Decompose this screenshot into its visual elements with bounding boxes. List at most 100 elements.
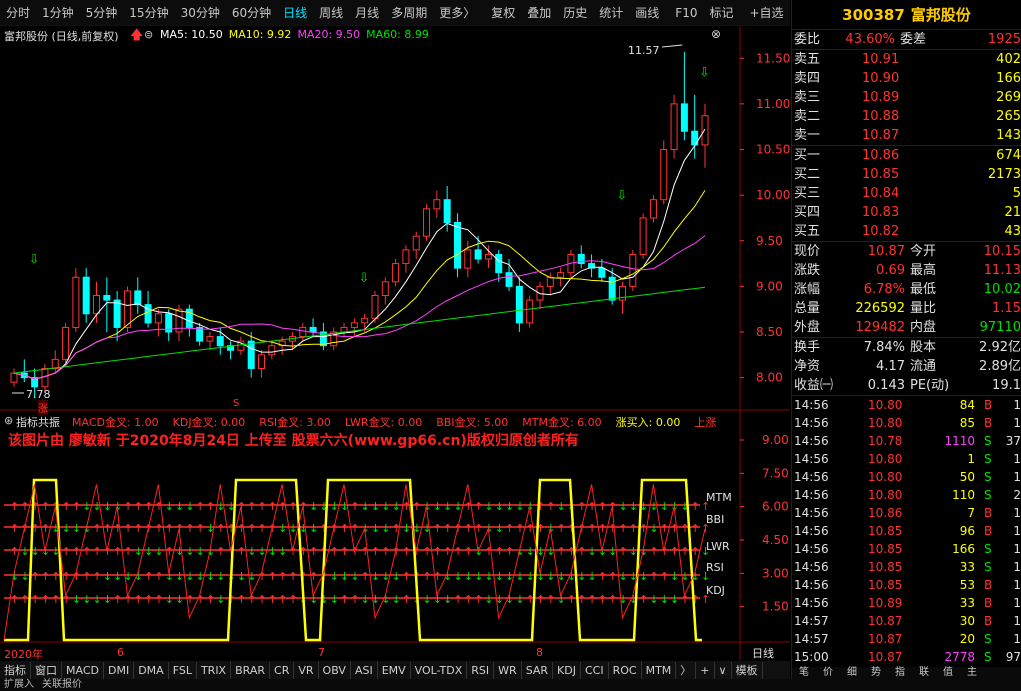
candle-body xyxy=(258,354,266,369)
buys-row[interactable]: 买四 10.83 21 xyxy=(792,203,1021,222)
tick-row[interactable]: 14:56 10.78 1110 S 37 xyxy=(792,432,1021,450)
tick-row[interactable]: 14:56 10.80 1 S 1 xyxy=(792,450,1021,468)
indicator-tab-24[interactable]: 模板 xyxy=(732,662,763,680)
kline-chart-svg[interactable]: 11.50 11.00 10.50 10.00 9.50 9.00 8.50 8.00 ⇩ ⇩ ⇩ ⇩… xyxy=(0,0,790,660)
panel-tab-2[interactable]: 细 xyxy=(840,667,864,679)
buys-price: 10.85 xyxy=(862,167,900,182)
sells-row[interactable]: 卖四 10.90 166 xyxy=(792,69,1021,88)
expand-input-link[interactable]: 扩展入 xyxy=(0,679,38,691)
indicator-tab-15[interactable]: WR xyxy=(494,662,522,680)
panel-tab-1[interactable]: 价 xyxy=(816,667,840,679)
buys-row[interactable]: 买一 10.86 674 xyxy=(792,146,1021,165)
indicator-tab-7[interactable]: BRAR xyxy=(231,662,271,680)
down-arrow-signal: ↓ xyxy=(546,570,555,583)
tick-volume: 96 xyxy=(959,524,975,538)
indicator-tab-23[interactable]: ∨ xyxy=(715,662,732,680)
down-arrow-signal: ↓ xyxy=(185,545,194,558)
settings-icon[interactable]: ⊜ xyxy=(144,28,153,41)
panel-tab-5[interactable]: 联 xyxy=(912,667,936,679)
indicator-tab-21[interactable]: 〉 xyxy=(676,662,697,680)
indicator-tab-9[interactable]: VR xyxy=(294,662,319,680)
buys-row[interactable]: 买二 10.85 2173 xyxy=(792,165,1021,184)
tick-row[interactable]: 14:57 10.87 30 B 1 xyxy=(792,612,1021,630)
buys-row[interactable]: 买三 10.84 5 xyxy=(792,184,1021,203)
tick-row[interactable]: 14:56 10.85 33 S 1 xyxy=(792,558,1021,576)
indicator-tab-13[interactable]: VOL-TDX xyxy=(411,662,468,680)
tick-row[interactable]: 14:56 10.86 7 B 1 xyxy=(792,504,1021,522)
tick-row[interactable]: 14:56 10.85 53 B 1 xyxy=(792,576,1021,594)
tick-row[interactable]: 14:57 10.87 20 S 1 xyxy=(792,630,1021,648)
tick-row[interactable]: 14:56 10.85 96 B 1 xyxy=(792,522,1021,540)
tick-price: 10.85 xyxy=(868,524,903,538)
indicator-tab-3[interactable]: DMI xyxy=(104,662,135,680)
candle-body xyxy=(505,272,513,287)
tick-row[interactable]: 14:56 10.80 84 B 1 xyxy=(792,396,1021,414)
related-quote-link[interactable]: 关联报价 xyxy=(38,679,86,691)
candle-body xyxy=(340,326,348,333)
indicator-tab-14[interactable]: RSI xyxy=(467,662,495,680)
indicator-tab-12[interactable]: EMV xyxy=(378,662,411,680)
tick-list[interactable]: 14:56 10.80 84 B 1 14:56 10.80 85 B 1 14:56 10.78 11… xyxy=(792,396,1021,666)
down-arrow-signal: ↓ xyxy=(20,545,29,558)
indicator-tab-16[interactable]: SAR xyxy=(522,662,554,680)
panel-tab-6[interactable]: 值 xyxy=(936,667,960,679)
up-arrow-signal: ↑ xyxy=(546,593,555,606)
indicator-tab-18[interactable]: CCI xyxy=(581,662,609,680)
up-arrow-signal: ↑ xyxy=(278,570,287,583)
indicator-tab-4[interactable]: DMA xyxy=(134,662,169,680)
indicator-tab-17[interactable]: KDJ xyxy=(553,662,581,680)
down-arrow-signal: ↓ xyxy=(185,570,194,583)
quote-label: 最低 xyxy=(910,282,937,297)
indicator-tab-20[interactable]: MTM xyxy=(642,662,677,680)
kline-chart-area[interactable]: 11.50 11.00 10.50 10.00 9.50 9.00 8.50 8.00 ⇩ ⇩ ⇩ ⇩… xyxy=(0,0,790,661)
panel-tab-0[interactable]: 笔 xyxy=(792,667,816,679)
indicator-settings-icon[interactable]: ⊛ xyxy=(4,414,13,427)
panel-tab-7[interactable]: 主 xyxy=(960,667,984,679)
up-arrow-signal: ↑ xyxy=(505,545,514,558)
quote-label: 涨幅 xyxy=(794,282,821,297)
indicator-title[interactable]: 指标共振 xyxy=(16,414,60,430)
down-arrow-signal: ↓ xyxy=(350,570,359,583)
tick-row[interactable]: 14:56 10.80 85 B 1 xyxy=(792,414,1021,432)
indicator-tab-0[interactable]: 指标 xyxy=(0,662,31,680)
tick-side: B xyxy=(984,578,993,592)
up-arrow-signal: ↑ xyxy=(41,570,50,583)
tick-time: 14:56 xyxy=(794,452,829,466)
indicator-tabs: 指标 窗口 MACD DMI DMA FSL TRIX BRAR CR VR OBV ASI EMV VO… xyxy=(0,661,790,680)
close-icon[interactable]: ⊗ xyxy=(711,27,721,41)
up-arrow-signal: ↑ xyxy=(216,522,225,535)
tick-row[interactable]: 14:56 10.80 110 S 2 xyxy=(792,486,1021,504)
indicator-tab-10[interactable]: OBV xyxy=(319,662,351,680)
up-arrow-signal: ↑ xyxy=(62,545,71,558)
sells-row[interactable]: 卖五 10.91 402 xyxy=(792,50,1021,69)
tick-row[interactable]: 14:56 10.89 33 B 1 xyxy=(792,594,1021,612)
indicator-tab-8[interactable]: CR xyxy=(270,662,295,680)
ma5-line xyxy=(13,128,706,380)
tick-side: S xyxy=(984,488,992,502)
sells-row[interactable]: 卖二 10.88 265 xyxy=(792,107,1021,126)
candle-body xyxy=(484,253,492,260)
indicator-tab-22[interactable]: + xyxy=(696,662,715,680)
indicator-tab-1[interactable]: 窗口 xyxy=(31,662,62,680)
tick-price: 10.86 xyxy=(868,506,903,520)
tick-row[interactable]: 14:56 10.85 166 S 1 xyxy=(792,540,1021,558)
buys-row[interactable]: 买五 10.82 43 xyxy=(792,222,1021,241)
indicator-tab-6[interactable]: TRIX xyxy=(197,662,232,680)
indicator-tab-2[interactable]: MACD xyxy=(62,662,104,680)
down-arrow-signal: ↓ xyxy=(330,570,339,583)
tick-row[interactable]: 14:56 10.80 50 S 1 xyxy=(792,468,1021,486)
down-arrow-signal: ↓ xyxy=(278,545,287,558)
tick-row[interactable]: 15:00 10.87 2778 S 97 xyxy=(792,648,1021,666)
sells-row[interactable]: 卖三 10.89 269 xyxy=(792,88,1021,107)
down-arrow-signal: ↓ xyxy=(495,570,504,583)
indicator-legend-item: MACD金叉: 1.00 xyxy=(72,416,159,429)
panel-tab-4[interactable]: 指 xyxy=(888,667,912,679)
buy-orderbook: 买一 10.86 674 买二 10.85 2173 买三 10.84 5 买四 10.83 21 买五… xyxy=(792,146,1021,241)
down-arrow-signal: ↓ xyxy=(588,545,597,558)
indicator-tab-11[interactable]: ASI xyxy=(351,662,378,680)
indicator-tab-5[interactable]: FSL xyxy=(169,662,197,680)
up-arrow-signal: ↑ xyxy=(258,593,267,606)
sells-row[interactable]: 卖一 10.87 143 xyxy=(792,126,1021,145)
indicator-tab-19[interactable]: ROC xyxy=(609,662,642,680)
panel-tab-3[interactable]: 势 xyxy=(864,667,888,679)
